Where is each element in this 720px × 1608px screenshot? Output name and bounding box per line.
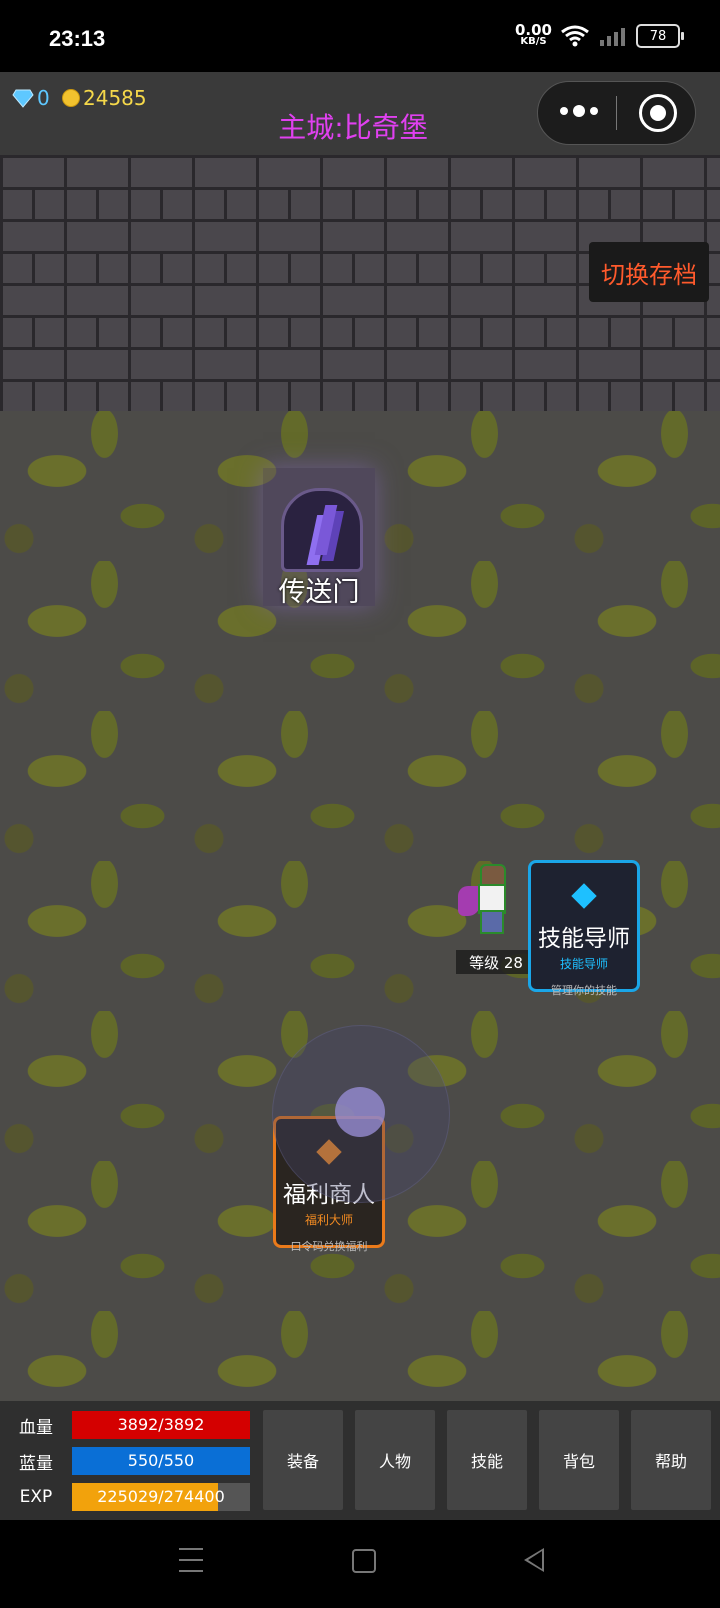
battery-indicator: 78	[636, 24, 684, 48]
home-icon[interactable]	[352, 1549, 376, 1573]
portal-arch-icon	[281, 488, 363, 572]
gem-icon	[12, 89, 34, 108]
mp-row: 蓝量 550/550	[0, 1447, 250, 1475]
npc-description: 口令码兑换福利	[290, 1240, 368, 1253]
hp-label: 血量	[19, 1417, 53, 1438]
exp-row: EXP 225029/274400	[0, 1483, 250, 1511]
npc-skill-mentor[interactable]: 技能导师 技能导师 管理你的技能	[528, 860, 640, 997]
hp-row: 血量 3892/3892	[0, 1411, 250, 1439]
joystick-knob[interactable]	[335, 1087, 385, 1137]
mp-value: 550/550	[127, 1451, 195, 1470]
mp-bar: 550/550	[72, 1447, 250, 1475]
npc-subtitle: 技能导师	[559, 957, 608, 971]
network-speed: 0.00 KB/S	[514, 21, 552, 48]
hp-bar: 3892/3892	[72, 1411, 250, 1439]
wifi-icon	[561, 25, 589, 47]
character-button[interactable]: 人物	[355, 1410, 435, 1510]
equipment-button[interactable]: 装备	[263, 1410, 343, 1510]
close-target-icon[interactable]	[639, 94, 677, 132]
skills-button[interactable]: 技能	[447, 1410, 527, 1510]
system-nav-bar	[0, 1520, 720, 1608]
player-level-badge: 等级 28	[456, 950, 536, 974]
diamond-icon	[571, 883, 597, 909]
backpack-button[interactable]: 背包	[539, 1410, 619, 1510]
hp-value: 3892/3892	[117, 1415, 205, 1434]
top-bar: 0 24585 主城:比奇堡	[0, 72, 720, 155]
player-character	[452, 860, 520, 940]
exp-label: EXP	[19, 1487, 53, 1507]
portal-crystal-icon	[314, 505, 338, 555]
back-icon[interactable]	[524, 1548, 544, 1572]
mp-label: 蓝量	[19, 1453, 53, 1474]
help-button[interactable]: 帮助	[631, 1410, 711, 1510]
switch-save-button[interactable]: 切换存档	[589, 242, 709, 302]
menu-icon[interactable]	[179, 1548, 203, 1572]
portal[interactable]: 传送门	[263, 468, 375, 608]
npc-description: 管理你的技能	[551, 984, 617, 997]
status-bar: 23:13 0.00 KB/S 78	[0, 0, 720, 72]
capsule-divider	[616, 96, 617, 130]
clock: 23:13	[49, 26, 106, 51]
exp-value: 225029/274400	[97, 1487, 225, 1506]
npc-subtitle: 福利大师	[304, 1213, 353, 1227]
status-indicators: 0.00 KB/S 78	[514, 21, 684, 48]
exp-bar: 225029/274400	[72, 1483, 250, 1511]
mini-program-capsule	[537, 81, 696, 145]
more-options-icon[interactable]	[560, 105, 598, 117]
signal-icon	[600, 28, 625, 46]
npc-name: 技能导师	[538, 926, 630, 952]
coin-icon	[62, 89, 80, 107]
portal-label: 传送门	[278, 577, 360, 608]
